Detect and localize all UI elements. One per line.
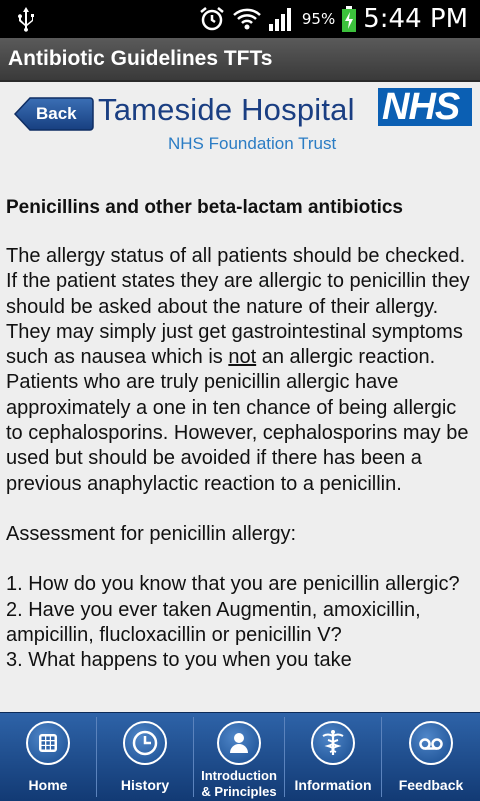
underlined-not: not [228,346,257,369]
assessment-title: Assessment for penicillin allergy: [6,522,297,545]
allergy-paragraph: The allergy status of all patients shoul… [6,245,470,495]
battery-percent: 95% [301,10,336,28]
grid-icon [26,721,70,765]
caduceus-icon [311,721,355,765]
person-icon [217,721,261,765]
trust-name: NHS Foundation Trust [168,134,337,153]
voicemail-icon [409,721,453,765]
nhs-logo-text: NHS [382,86,460,128]
tab-introduction-principles[interactable]: Introduction & Principles [194,713,284,801]
tab-information[interactable]: Information [285,713,381,801]
question-2: 2. Have you ever taken Augmentin, amoxic… [6,598,421,646]
clock-icon [123,721,167,765]
question-1: 1. How do you know that you are penicill… [6,573,460,596]
tab-history[interactable]: History [97,713,193,801]
app-title: Antibiotic Guidelines TFTs [8,47,273,70]
status-bar: 95% 5:44 PM [0,0,480,38]
clock-time: 5:44 PM [363,4,468,34]
battery-charging-icon [342,6,357,32]
question-3: 3. What happens to you when you take [6,649,352,672]
hospital-header: Back Tameside Hospital NHS Foundation Tr… [0,82,480,168]
tab-introduction-label: Introduction & Principles [201,768,277,799]
tab-feedback[interactable]: Feedback [382,713,480,801]
back-button[interactable]: Back [14,96,94,132]
guideline-content: Penicillins and other beta-lactam antibi… [6,194,472,673]
tab-feedback-label: Feedback [398,777,464,793]
back-label: Back [36,104,77,123]
hospital-name: Tameside Hospital [98,92,355,127]
alarm-icon [200,7,224,31]
tab-history-label: History [120,777,170,793]
tab-home-label: Home [28,777,68,793]
tab-home[interactable]: Home [0,713,96,801]
bottom-tab-bar: Home History Introduction & Principles I… [0,712,480,801]
wifi-icon [233,8,261,30]
nhs-logo: NHS [378,86,472,128]
usb-icon [18,7,34,32]
tab-information-label: Information [294,777,372,793]
section-heading: Penicillins and other beta-lactam antibi… [6,197,403,218]
signal-icon [268,8,291,31]
app-title-bar: Antibiotic Guidelines TFTs [0,38,480,82]
